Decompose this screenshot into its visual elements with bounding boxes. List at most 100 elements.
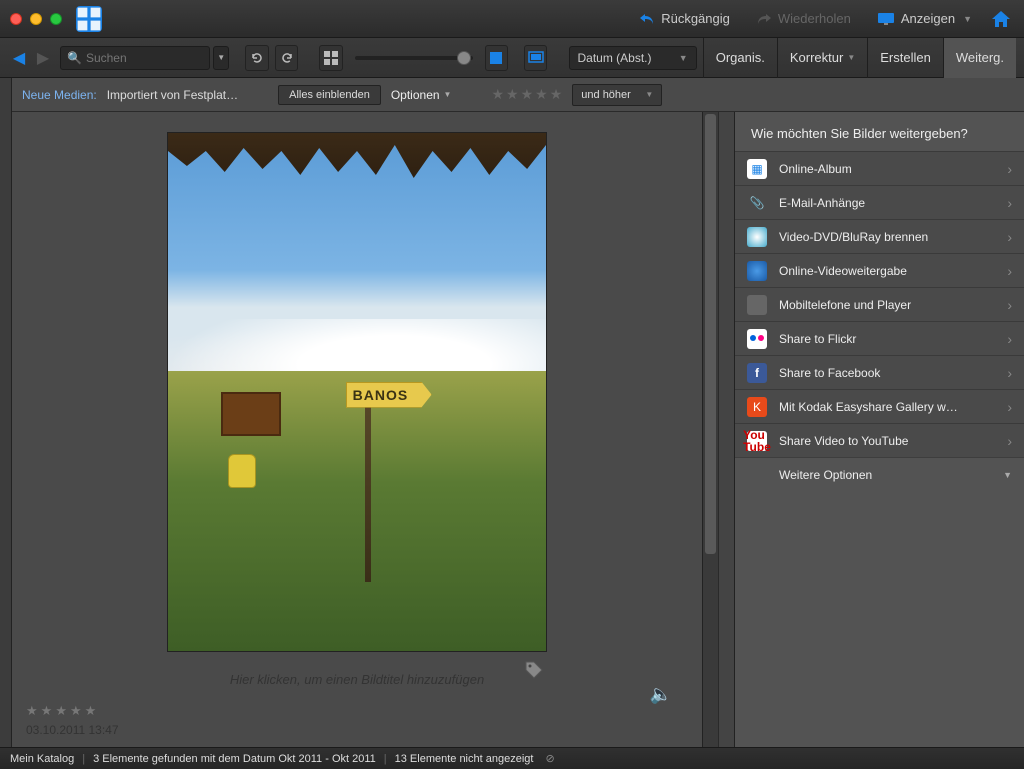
sort-label: Datum (Abst.)	[578, 51, 652, 65]
chevron-right-icon: ›	[1007, 331, 1012, 347]
display-menu[interactable]: Anzeigen ▼	[867, 7, 982, 30]
fullscreen-button[interactable]	[524, 45, 548, 71]
new-media-label: Neue Medien:	[22, 88, 97, 102]
close-window-button[interactable]	[10, 13, 22, 25]
chevron-right-icon: ›	[1007, 399, 1012, 415]
back-button[interactable]: ◀	[8, 47, 30, 69]
minimize-window-button[interactable]	[30, 13, 42, 25]
star-5[interactable]: ★	[550, 86, 563, 103]
catalog-name[interactable]: Mein Katalog	[10, 753, 74, 765]
rstar-1[interactable]: ★	[26, 703, 38, 719]
monitor-icon	[877, 12, 895, 26]
thumbnail-grid-button[interactable]	[319, 45, 343, 71]
zoom-slider[interactable]	[355, 56, 472, 60]
scrollbar[interactable]	[702, 112, 718, 747]
share-item-album[interactable]: ▦ Online-Album ›	[735, 151, 1024, 185]
status-found: 3 Elemente gefunden mit dem Datum Okt 20…	[93, 753, 376, 765]
rating-stars[interactable]: ★★★★★	[26, 703, 688, 719]
kodak-icon: K	[747, 397, 767, 417]
star-4[interactable]: ★	[535, 86, 548, 103]
rstar-3[interactable]: ★	[55, 703, 67, 719]
album-icon: ▦	[747, 159, 767, 179]
chevron-right-icon: ›	[1007, 365, 1012, 381]
chevron-right-icon: ›	[1007, 297, 1012, 313]
share-item-label: Share to Facebook	[779, 366, 995, 380]
share-item-dvd[interactable]: Video-DVD/BluRay brennen›	[735, 219, 1024, 253]
phone-icon	[747, 295, 767, 315]
rstar-2[interactable]: ★	[41, 703, 53, 719]
options-menu[interactable]: Optionen ▼	[391, 88, 452, 102]
chevron-right-icon: ›	[1007, 229, 1012, 245]
share-item-phone[interactable]: Mobiltelefone und Player ›	[735, 287, 1024, 321]
search-input[interactable]	[86, 51, 220, 65]
mail-icon: 📎	[747, 193, 767, 213]
clear-filter-icon[interactable]: ⊘	[545, 752, 554, 765]
share-item-fb[interactable]: f Share to Facebook ›	[735, 355, 1024, 389]
search-icon: 🔍	[67, 51, 82, 65]
share-item-globe[interactable]: Online-Videoweitergabe›	[735, 253, 1024, 287]
redo-button: Wiederholen	[746, 7, 861, 30]
canvas: BANOS 🔈	[12, 112, 702, 662]
chevron-right-icon: ›	[1007, 433, 1012, 449]
flickr-icon	[747, 329, 767, 349]
home-button[interactable]	[988, 6, 1014, 32]
audio-icon[interactable]: 🔈	[650, 684, 672, 705]
splitter[interactable]	[718, 112, 734, 747]
rating-filter-stars[interactable]: ★ ★ ★ ★ ★	[491, 86, 562, 103]
undo-button[interactable]: Rückgängig	[629, 7, 740, 30]
more-options[interactable]: Weitere Optionen ▼	[735, 457, 1024, 491]
rating-filter-label: und höher	[581, 89, 631, 101]
zoom-thumb[interactable]	[457, 51, 471, 65]
photo-sign: BANOS	[346, 382, 432, 408]
rotate-ccw-button[interactable]	[245, 45, 269, 71]
rating-filter-mode[interactable]: und höher ▼	[572, 84, 662, 106]
share-item-label: Online-Album	[779, 162, 995, 176]
single-view-button[interactable]	[485, 45, 509, 71]
redo-icon	[756, 12, 772, 26]
tab-correct[interactable]: Korrektur▼	[777, 38, 867, 78]
share-item-kodak[interactable]: KMit Kodak Easyshare Gallery w…›	[735, 389, 1024, 423]
share-heading: Wie möchten Sie Bilder weitergeben?	[735, 112, 1024, 151]
share-list: ▦Online-Album›📎E-Mail-Anhänge›Video-DVD/…	[735, 151, 1024, 457]
window-controls	[10, 13, 62, 25]
main: Neue Medien: Importiert von Festplat… Al…	[0, 78, 1024, 747]
star-3[interactable]: ★	[521, 86, 534, 103]
tab-share[interactable]: Weiterg.	[943, 38, 1016, 78]
scrollbar-thumb[interactable]	[705, 114, 716, 554]
share-item-label: Mobiltelefone und Player	[779, 298, 995, 312]
search-dropdown[interactable]: ▼	[213, 46, 229, 70]
share-item-label: Share Video to YouTube	[779, 434, 995, 448]
status-bar: Mein Katalog | 3 Elemente gefunden mit d…	[0, 747, 1024, 769]
chevron-right-icon: ›	[1007, 195, 1012, 211]
chevron-right-icon: ›	[1007, 161, 1012, 177]
star-1[interactable]: ★	[491, 86, 504, 103]
home-icon	[990, 9, 1012, 29]
tag-icon[interactable]	[524, 660, 544, 680]
rstar-5[interactable]: ★	[85, 703, 97, 719]
rotate-cw-button[interactable]	[275, 45, 299, 71]
app-switcher-icon[interactable]	[76, 6, 102, 32]
share-item-flickr[interactable]: Share to Flickr›	[735, 321, 1024, 355]
globe-icon	[747, 261, 767, 281]
photo-meta: ★★★★★ 03.10.2011 13:47	[12, 697, 702, 747]
zoom-window-button[interactable]	[50, 13, 62, 25]
star-2[interactable]: ★	[506, 86, 519, 103]
dvd-icon	[747, 227, 767, 247]
options-label: Optionen	[391, 88, 440, 102]
share-item-yt[interactable]: You TubeShare Video to YouTube›	[735, 423, 1024, 457]
tab-organize[interactable]: Organis.	[703, 38, 777, 78]
share-item-mail[interactable]: 📎 E-Mail-Anhänge ›	[735, 185, 1024, 219]
show-all-button[interactable]: Alles einblenden	[278, 85, 381, 105]
tab-create[interactable]: Erstellen	[867, 38, 943, 78]
photo[interactable]: BANOS	[167, 132, 547, 652]
sort-dropdown[interactable]: Datum (Abst.) ▼	[569, 46, 697, 70]
undo-label: Rückgängig	[661, 11, 730, 26]
share-item-label: E-Mail-Anhänge	[779, 196, 995, 210]
search-field[interactable]: 🔍	[60, 46, 210, 70]
rstar-4[interactable]: ★	[70, 703, 82, 719]
left-strip	[0, 78, 12, 747]
fb-icon: f	[747, 363, 767, 383]
toolbar: ◀ ▶ 🔍 ▼ Datum (Abst.) ▼ Organis. Korrekt…	[0, 38, 1024, 78]
caption-field[interactable]: Hier klicken, um einen Bildtitel hinzuzu…	[12, 662, 702, 697]
chevron-right-icon: ›	[1007, 263, 1012, 279]
